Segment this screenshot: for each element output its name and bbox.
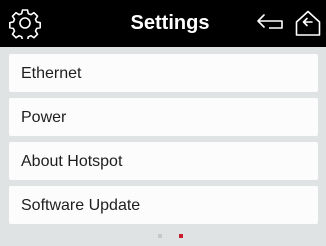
menu-item-ethernet[interactable]: Ethernet [9,54,318,92]
page-indicator [0,234,326,240]
home-icon[interactable] [294,9,322,37]
menu-item-label: Software Update [21,197,141,214]
page-title: Settings [130,12,210,34]
menu-item-label: Power [21,109,67,126]
menu-item-label: About Hotspot [21,153,123,170]
menu-item-software-update[interactable]: Software Update [9,186,318,224]
menu-item-power[interactable]: Power [9,98,318,136]
menu-item-label: Ethernet [21,65,82,82]
page-dot[interactable] [158,234,162,238]
top-bar: Settings [0,0,326,47]
page-dot-active[interactable] [179,234,183,238]
back-arrow-icon[interactable] [256,12,286,34]
menu-item-about-hotspot[interactable]: About Hotspot [9,142,318,180]
gear-icon[interactable] [9,7,41,39]
